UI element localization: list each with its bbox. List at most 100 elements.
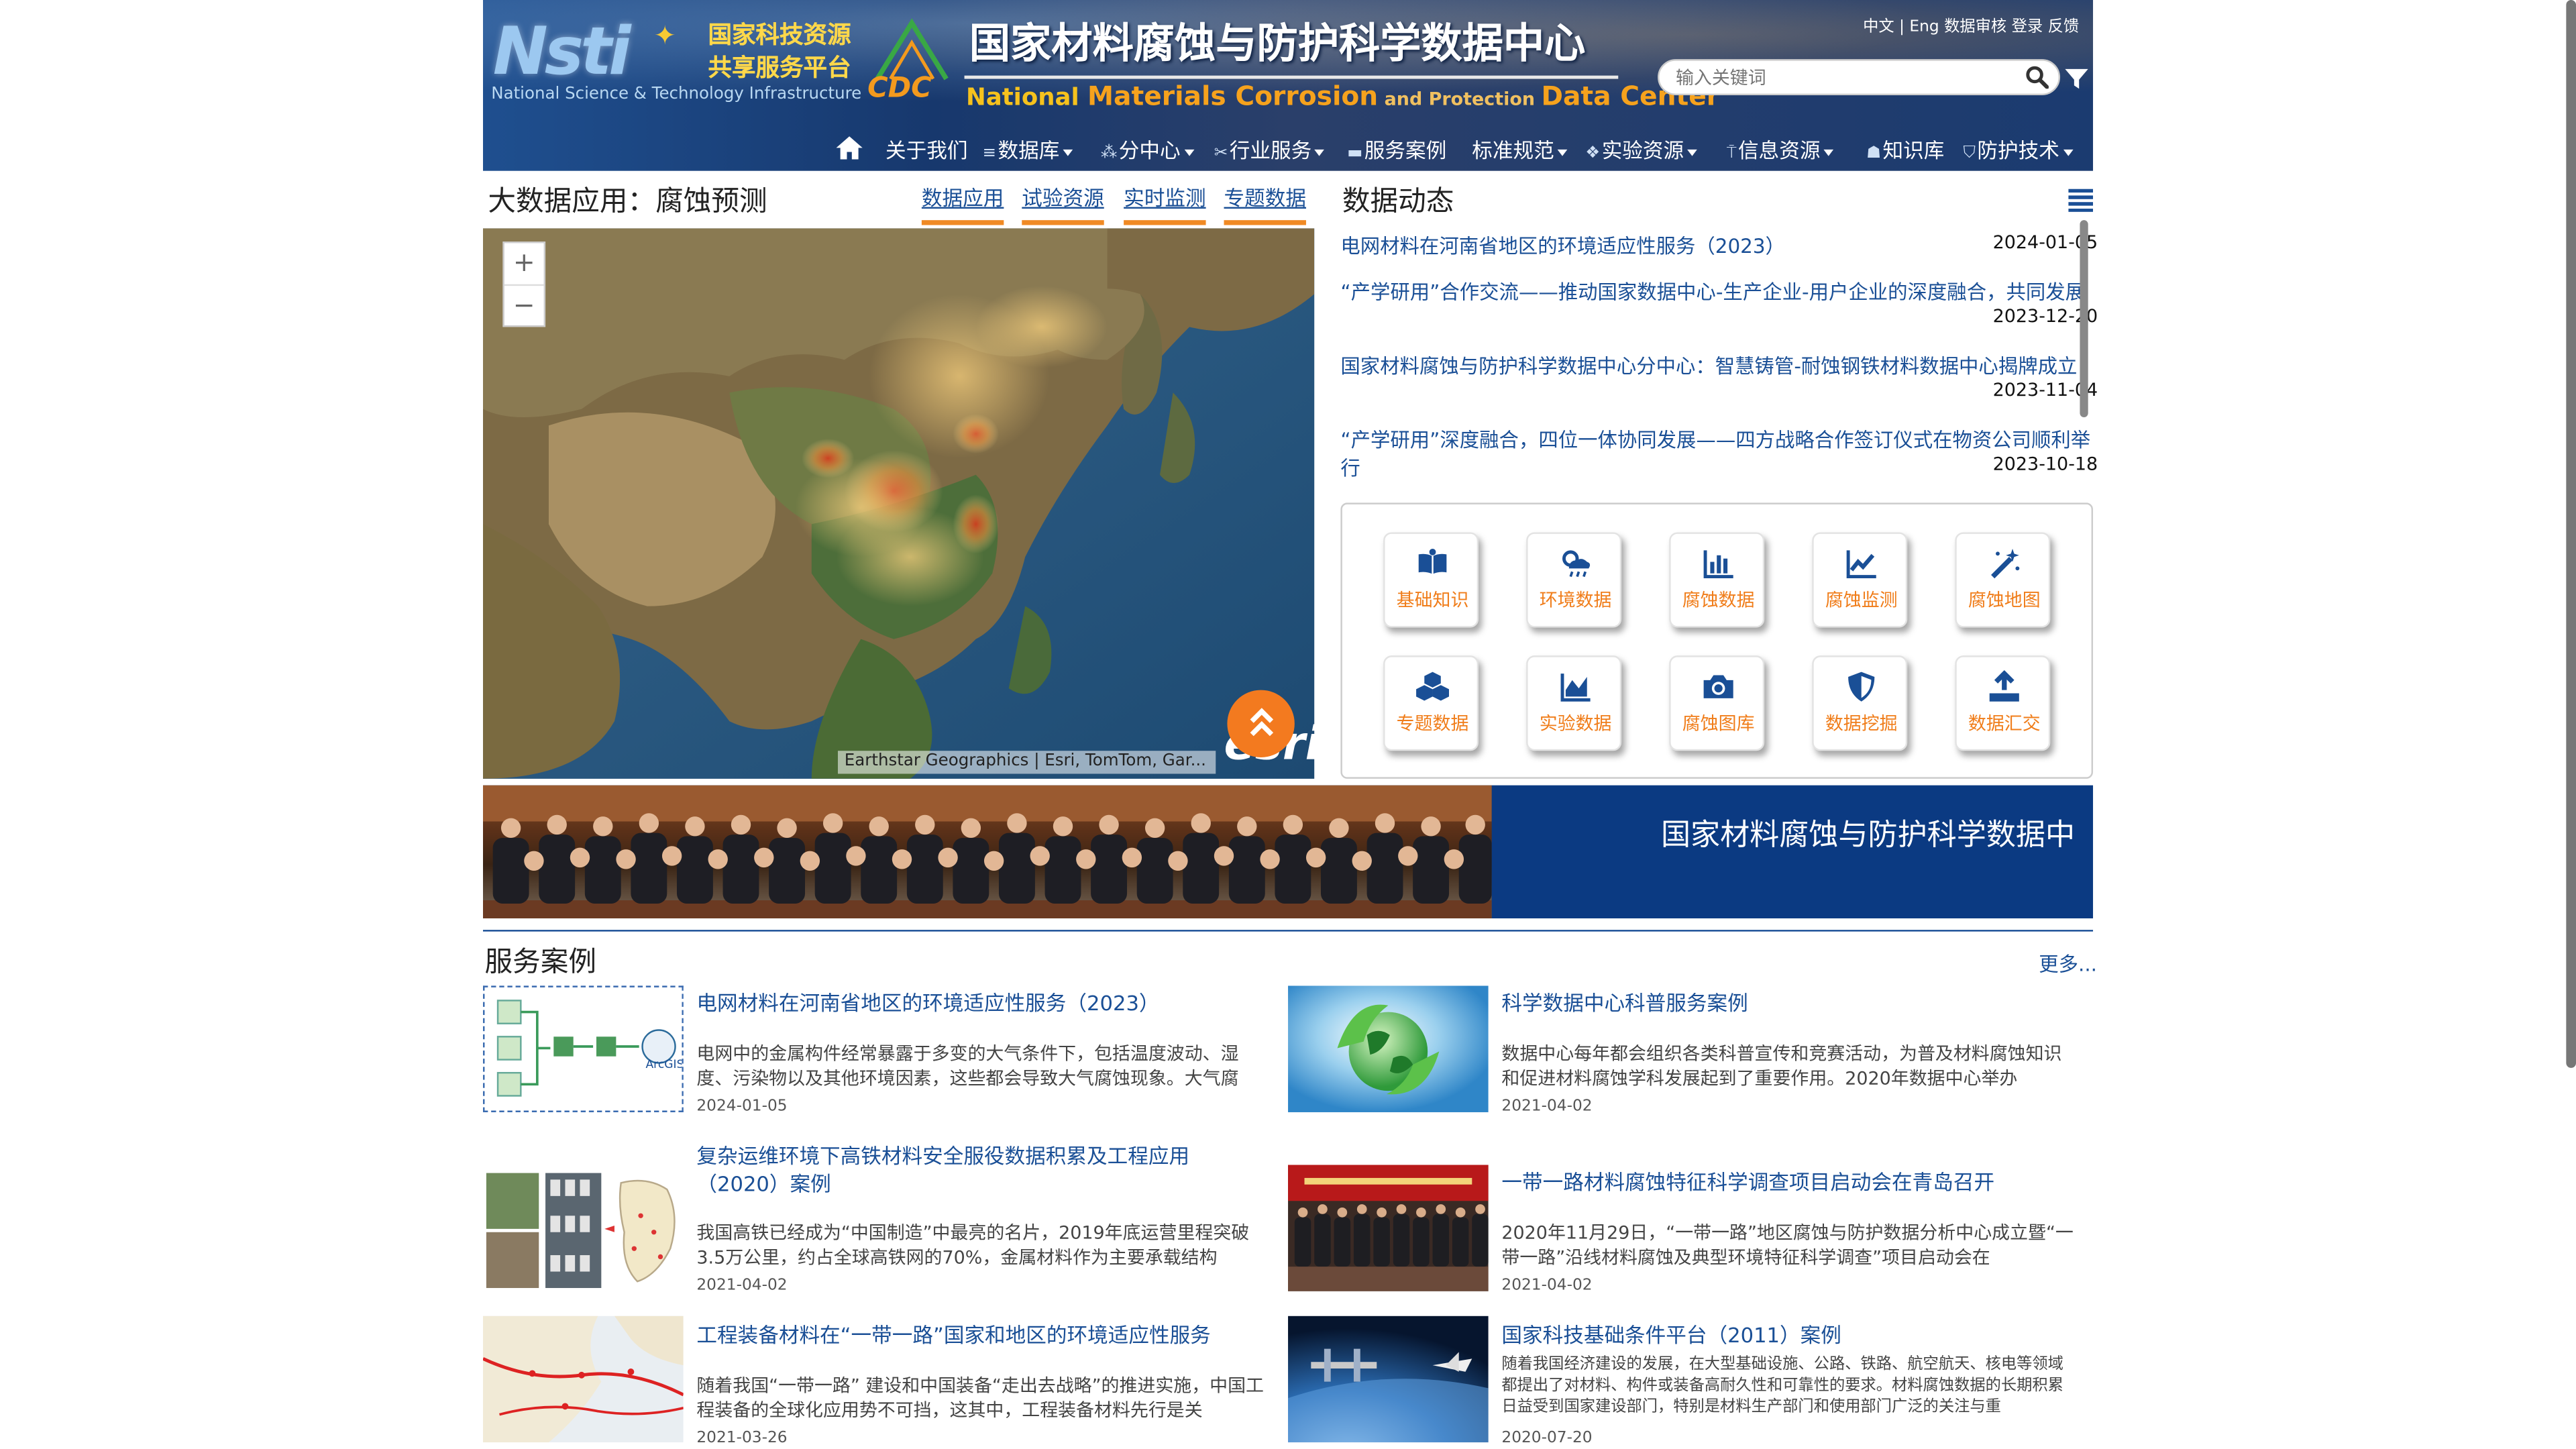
nav-cases[interactable]: ▬ 服务案例	[1347, 136, 1446, 169]
quick-link-label: 基础知识	[1396, 590, 1469, 612]
quick-link-label: 环境数据	[1539, 590, 1612, 612]
case-thumbnail[interactable]	[483, 1166, 684, 1293]
line-chart-icon	[1846, 550, 1876, 579]
high-speed-rail-collage-image	[483, 1166, 684, 1293]
case-title[interactable]: 科学数据中心科普服务案例	[1501, 989, 2076, 1017]
case-thumbnail[interactable]: ArcGIS	[483, 985, 684, 1112]
search-icon[interactable]	[2026, 66, 2049, 89]
nav-protection[interactable]: ⛉ 防护技术	[1964, 136, 2073, 169]
upload-icon	[1989, 670, 2019, 702]
news-scrollbar[interactable]	[2080, 220, 2088, 418]
service-cases-title: 服务案例	[484, 946, 596, 979]
group-photo-banner[interactable]: 国家材料腐蚀与防护科学数据中	[483, 785, 2094, 918]
news-item[interactable]: 国家材料腐蚀与防护科学数据中心分中心：智慧铸管-耐蚀钢铁材料数据中心揭牌成立	[1340, 354, 2093, 382]
book-icon	[1417, 548, 1448, 576]
case-title[interactable]: 工程装备材料在“一带一路”国家和地区的环境适应性服务	[696, 1321, 1271, 1349]
news-item[interactable]: “产学研用”合作交流——推动国家数据中心-生产企业-用户企业的深度融合，共同发展	[1340, 279, 2093, 307]
case-date: 2021-04-02	[1501, 1097, 1593, 1116]
site-title-english: National Materials Corrosion and Protect…	[966, 80, 1720, 112]
quick-link-corrosion-map[interactable]: 腐蚀地图	[1955, 532, 2051, 628]
search-input[interactable]	[1672, 64, 2010, 93]
case-description: 2020年11月29日，“一带一路”地区腐蚀与防护数据分析中心成立暨“一带一路”…	[1501, 1222, 2074, 1269]
tab-topic-data[interactable]: 专题数据	[1224, 184, 1306, 225]
separator: |	[1899, 17, 1905, 36]
map-zoom-control: + −	[502, 241, 546, 329]
back-to-top-button[interactable]	[1227, 690, 1295, 757]
banner-caption: 国家材料腐蚀与防护科学数据中	[1660, 818, 2076, 853]
case-description: 数据中心每年都会组织各类科普宣传和竞赛活动，为普及材料腐蚀知识和促进材料腐蚀学科…	[1501, 1043, 2062, 1089]
bar-chart-icon	[1703, 550, 1733, 579]
logo-line1: 国家科技资源	[708, 23, 851, 50]
nav-protection-label: 防护技术	[1977, 138, 2059, 163]
quick-link-experiment-data[interactable]: 实验数据	[1526, 655, 1622, 751]
nav-industry[interactable]: ✂ 行业服务	[1214, 136, 1325, 169]
filter-icon[interactable]	[2063, 66, 2090, 92]
page-scrollbar[interactable]	[2566, 0, 2576, 1068]
lang-zh-link[interactable]: 中文	[1863, 18, 1894, 36]
magic-wand-icon	[1991, 548, 2020, 579]
nav-subcenter-label: 分中心	[1118, 138, 1181, 163]
news-item[interactable]: “产学研用”深度融合，四位一体协同发展——四方战略合作签订仪式在物资公司顺利举行	[1340, 427, 2093, 483]
case-title[interactable]: 一带一路材料腐蚀特征科学调查项目启动会在青岛召开	[1501, 1168, 2076, 1196]
case-title[interactable]: 电网材料在河南省地区的环境适应性服务（2023）	[696, 989, 1271, 1017]
nav-information[interactable]: ⍑ 信息资源	[1726, 136, 1834, 169]
cubes-icon: ❖	[1585, 144, 1601, 163]
star-icon: ✦	[653, 19, 676, 51]
nav-database[interactable]: ≡ 数据库	[983, 136, 1073, 169]
quick-link-data-mining[interactable]: 数据挖掘	[1812, 655, 1908, 751]
quick-link-environment-data[interactable]: 环境数据	[1526, 532, 1622, 628]
case-date: 2021-04-02	[1501, 1276, 1593, 1295]
feedback-link[interactable]: 反馈	[2048, 18, 2080, 36]
logo-line2: 共享服务平台	[708, 56, 851, 83]
nav-standards[interactable]: 标准规范	[1472, 136, 1568, 166]
workflow-diagram-image: ArcGIS	[484, 987, 682, 1111]
more-link[interactable]: 更多...	[2039, 950, 2097, 978]
case-thumbnail[interactable]	[483, 1316, 684, 1443]
quick-link-data-submission[interactable]: 数据汇交	[1955, 655, 2051, 751]
nav-knowledge[interactable]: ☗ 知识库	[1866, 136, 1944, 169]
nav-cases-label: 服务案例	[1364, 138, 1447, 163]
case-thumbnail[interactable]	[1288, 1316, 1489, 1443]
case-thumbnail[interactable]	[1288, 1165, 1489, 1291]
home-icon[interactable]	[835, 135, 864, 161]
nav-subcenter[interactable]: ⁂ 分中心	[1101, 136, 1194, 169]
login-link[interactable]: 登录	[2012, 18, 2043, 36]
case-date: 2021-03-26	[696, 1429, 788, 1448]
antenna-icon: ⍑	[1726, 144, 1737, 163]
nav-experiment[interactable]: ❖ 实验资源	[1585, 136, 1697, 169]
search-box	[1658, 59, 2061, 96]
news-date: 2023-10-18	[1992, 453, 2098, 475]
tab-realtime-monitor[interactable]: 实时监测	[1124, 184, 1206, 225]
lang-en-link[interactable]: Eng	[1909, 18, 1939, 36]
main-nav: 关于我们 ≡ 数据库 ⁂ 分中心 ✂ 行业服务 ▬ 服务案例 标准规范 ❖ 实验资源 ⍑ 信…	[483, 131, 2093, 171]
quick-link-label: 腐蚀数据	[1682, 590, 1755, 612]
menu-list-icon[interactable]	[2068, 189, 2094, 212]
meeting-photo-image	[1288, 1165, 1489, 1291]
tab-test-resources[interactable]: 试验资源	[1022, 184, 1104, 225]
caret-down-icon	[1183, 148, 1194, 156]
green-earth-image	[1288, 985, 1489, 1112]
quick-link-topic-data[interactable]: 专题数据	[1383, 655, 1479, 751]
news-title: 数据动态	[1342, 185, 1454, 219]
caret-down-icon	[1063, 148, 1073, 156]
quick-link-corrosion-gallery[interactable]: 腐蚀图库	[1669, 655, 1765, 751]
zoom-in-button[interactable]: +	[504, 243, 544, 286]
quick-link-basic-knowledge[interactable]: 基础知识	[1383, 532, 1479, 628]
quick-link-corrosion-monitoring[interactable]: 腐蚀监测	[1812, 532, 1908, 628]
tab-data-application[interactable]: 数据应用	[921, 184, 1004, 225]
zoom-out-button[interactable]: −	[504, 286, 544, 329]
weather-icon	[1562, 550, 1591, 578]
nav-about[interactable]: 关于我们	[885, 136, 967, 166]
case-thumbnail[interactable]	[1288, 985, 1489, 1112]
quick-link-corrosion-data[interactable]: 腐蚀数据	[1669, 532, 1765, 628]
news-item[interactable]: 电网材料在河南省地区的环境适应性服务（2023）	[1340, 233, 2093, 262]
data-review-link[interactable]: 数据审核	[1944, 18, 2006, 36]
case-title[interactable]: 复杂运维环境下高铁材料安全服役数据积累及工程应用（2020）案例	[696, 1142, 1271, 1197]
cdc-logo-text: CDC	[867, 72, 932, 105]
area-chart-icon	[1560, 674, 1591, 702]
case-date: 2021-04-02	[696, 1276, 788, 1295]
shield-icon	[1848, 672, 1875, 702]
section-divider	[483, 930, 2094, 932]
corrosion-prediction-map[interactable]	[483, 228, 1315, 779]
case-title[interactable]: 国家科技基础条件平台（2011）案例	[1501, 1321, 2076, 1349]
